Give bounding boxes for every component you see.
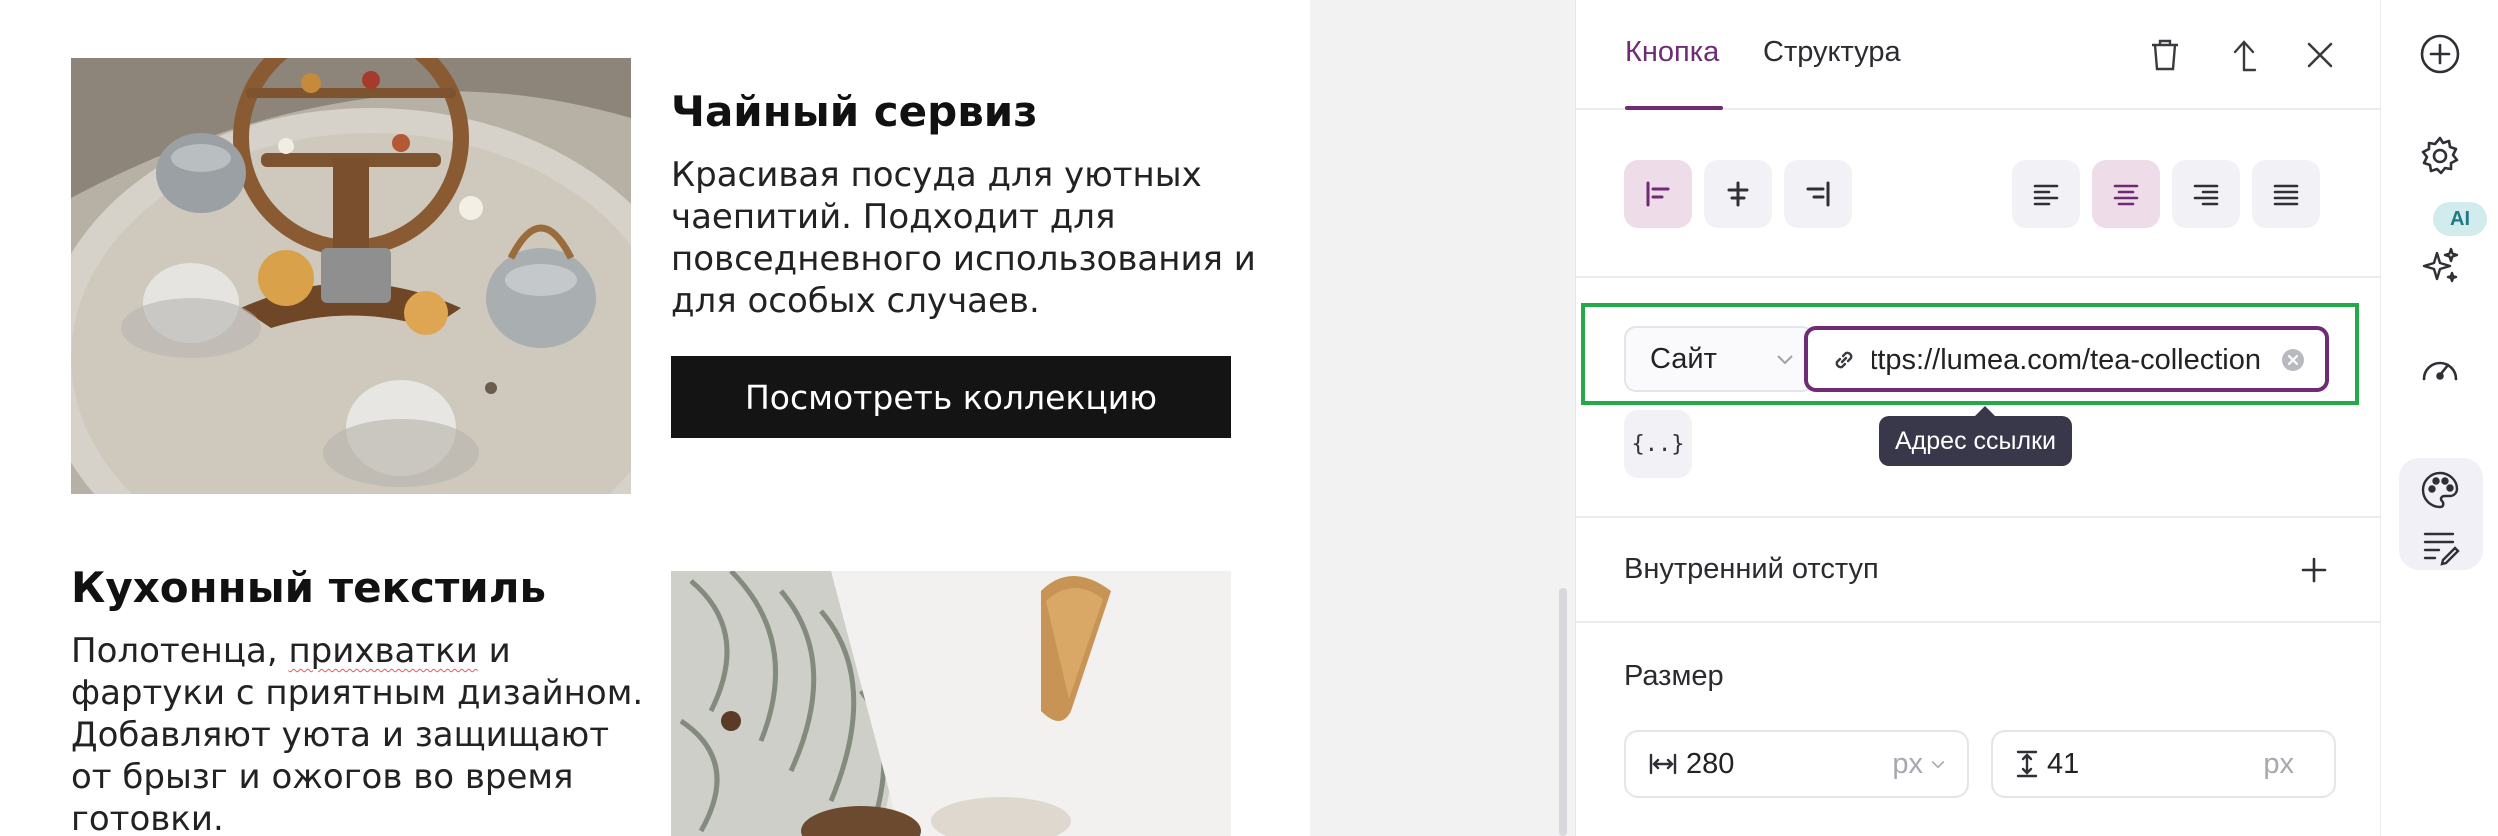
- height-value: 41: [2047, 747, 2080, 780]
- tea-set-photo[interactable]: [71, 58, 631, 494]
- close-icon[interactable]: [2298, 33, 2342, 77]
- chevron-down-icon: [1931, 760, 1945, 769]
- email-canvas: Чайный сервиз Красивая посуда для уютных…: [0, 0, 1310, 836]
- select-parent-icon[interactable]: [2222, 33, 2266, 77]
- panel-header: Кнопка Структура: [1576, 0, 2381, 110]
- text-align-justify-button[interactable]: [2252, 160, 2320, 228]
- edit-text-icon[interactable]: [2410, 516, 2470, 576]
- divider: [1576, 516, 2381, 518]
- plus-icon[interactable]: [2292, 548, 2336, 592]
- tab-button[interactable]: Кнопка: [1625, 32, 1719, 72]
- add-block-button[interactable]: [2410, 24, 2470, 84]
- link-icon: [1835, 351, 1853, 369]
- ai-badge: AI: [2433, 202, 2487, 236]
- right-rail: AI: [2380, 0, 2498, 836]
- text-align-left-button[interactable]: [2012, 160, 2080, 228]
- width-icon: [1648, 752, 1678, 776]
- height-input[interactable]: 41 px: [1991, 730, 2336, 798]
- link-url-value-wrap: https://lumea.com/tea-collection: [1872, 342, 2261, 378]
- canvas-gutter: [1310, 0, 1575, 836]
- tea-block-title[interactable]: Чайный сервиз: [671, 86, 1038, 138]
- textile-block-title[interactable]: Кухонный текстиль: [71, 562, 546, 614]
- view-collection-button[interactable]: Посмотреть коллекцию: [671, 356, 1231, 438]
- size-section-label: Размер: [1624, 660, 1724, 692]
- textile-block-text[interactable]: Полотенца, прихватки и фартуки с приятны…: [71, 630, 651, 836]
- variables-button[interactable]: {..}: [1624, 410, 1692, 478]
- height-unit: px: [2263, 747, 2294, 780]
- divider: [1576, 276, 2381, 278]
- link-tooltip: Адрес ссылки: [1879, 416, 2072, 466]
- clear-icon[interactable]: [2281, 348, 2305, 372]
- divider: [1576, 621, 2381, 623]
- width-input[interactable]: 280 px: [1624, 730, 1969, 798]
- text-align-center-button[interactable]: [2092, 160, 2160, 228]
- panel-scrollbar[interactable]: [1559, 588, 1567, 836]
- settings-panel: Кнопка Структура Сайт https://lumea.com/…: [1575, 0, 2381, 836]
- chevron-down-icon: [1777, 355, 1793, 365]
- link-url-input[interactable]: https://lumea.com/tea-collection: [1804, 326, 2329, 392]
- misspelled-word: прихватки: [288, 631, 478, 671]
- width-unit: px: [1892, 747, 1923, 780]
- ai-sparkle-icon[interactable]: [2410, 236, 2470, 296]
- tab-structure[interactable]: Структура: [1763, 32, 1901, 72]
- kitchen-textile-photo[interactable]: [671, 571, 1231, 836]
- height-icon: [2015, 749, 2039, 779]
- width-value: 280: [1686, 747, 1735, 780]
- link-url-value: https://lumea.com/tea-collection: [1872, 344, 2261, 376]
- tea-block-text[interactable]: Красивая посуда для уютных чаепитий. Под…: [671, 154, 1271, 322]
- align-block-left-button[interactable]: [1624, 160, 1692, 228]
- width-unit-select[interactable]: px: [1892, 748, 1947, 781]
- link-type-select[interactable]: Сайт: [1624, 326, 1814, 392]
- speedometer-icon[interactable]: [2410, 340, 2470, 400]
- palette-icon[interactable]: [2410, 460, 2470, 520]
- active-tab-indicator: [1625, 106, 1723, 110]
- padding-section-label: Внутренний отступ: [1624, 553, 1879, 585]
- text-align-right-button[interactable]: [2172, 160, 2240, 228]
- align-block-right-button[interactable]: [1784, 160, 1852, 228]
- trash-icon[interactable]: [2143, 33, 2187, 77]
- link-type-value: Сайт: [1650, 342, 1717, 375]
- textile-text-part1: Полотенца,: [71, 631, 289, 671]
- align-block-center-button[interactable]: [1704, 160, 1772, 228]
- gear-icon[interactable]: [2410, 126, 2470, 186]
